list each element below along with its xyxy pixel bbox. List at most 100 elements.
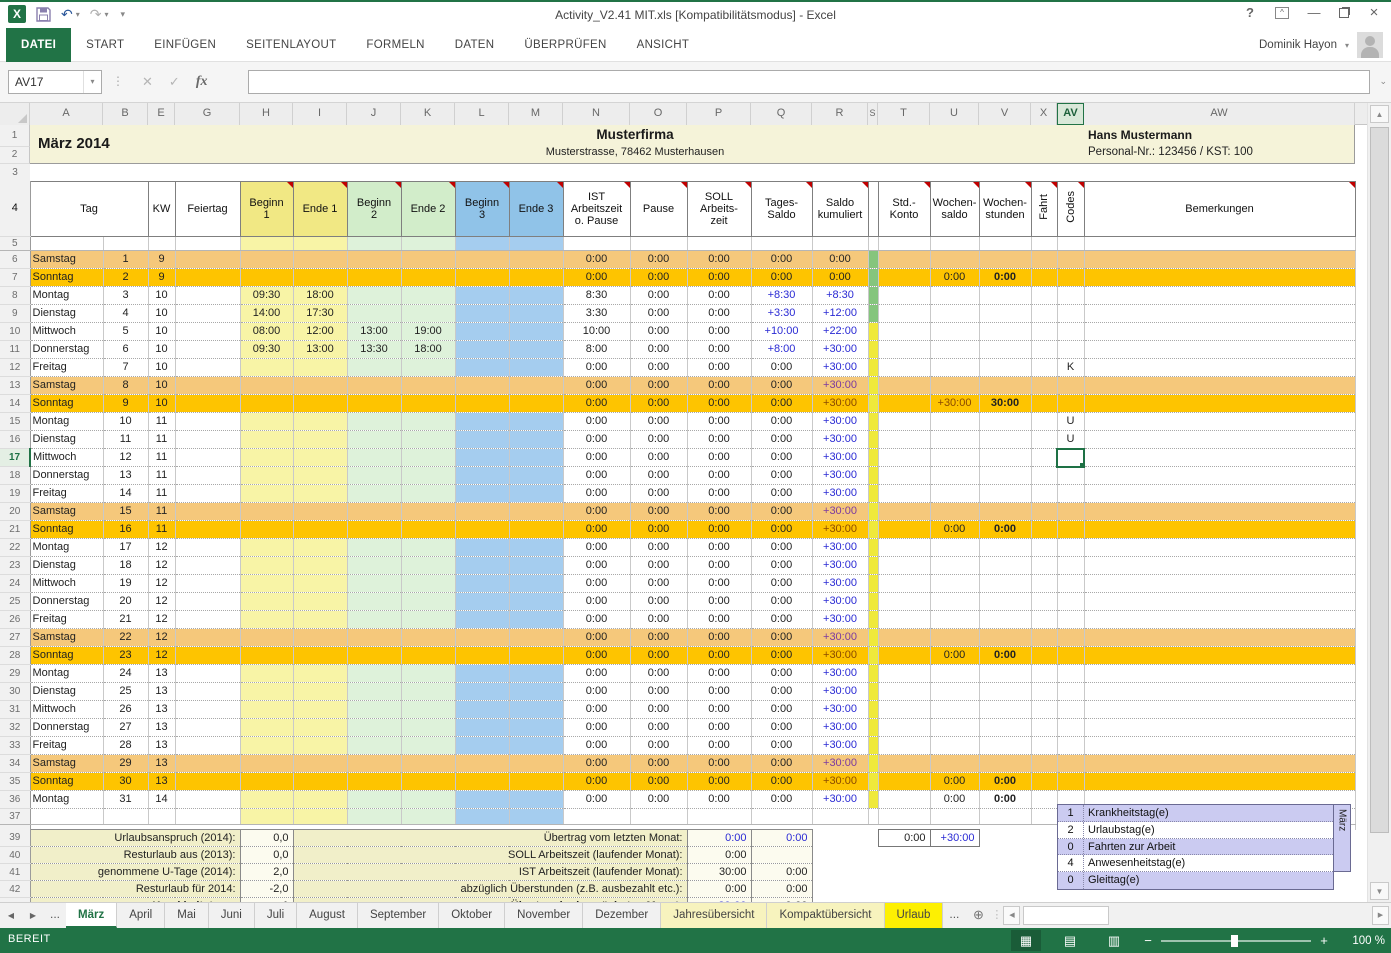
cell-pause[interactable]: 0:00 (630, 358, 688, 377)
cell-ende3[interactable] (509, 394, 564, 413)
cell-ist[interactable]: 0:00 (563, 754, 631, 773)
cell-beginn2[interactable] (347, 412, 402, 431)
cell-bemerkung[interactable] (1084, 520, 1356, 539)
cell-tagessaldo[interactable]: +10:00 (751, 322, 813, 341)
cell-tag[interactable]: Donnerstag (30, 340, 104, 359)
cell-feiertag[interactable] (175, 664, 241, 683)
cell-tagessaldo[interactable]: 0:00 (751, 628, 813, 647)
cell-soll[interactable]: 0:00 (687, 610, 752, 629)
cell-bemerkung[interactable] (1084, 574, 1356, 593)
cell-pause[interactable]: 0:00 (630, 502, 688, 521)
cell[interactable] (687, 236, 752, 251)
cell-feiertag[interactable] (175, 718, 241, 737)
sheet-tab[interactable]: Dezember (583, 903, 662, 928)
col-E[interactable]: E (148, 103, 175, 125)
cell-beginn2[interactable] (347, 502, 402, 521)
cell-wochenstunden[interactable] (979, 358, 1032, 377)
footer-label[interactable]: Resturlaub für 2014: (30, 880, 240, 898)
row-number[interactable]: 16 (0, 430, 31, 449)
cell-tagessaldo[interactable]: 0:00 (751, 772, 813, 791)
cell-wochensaldo[interactable] (930, 718, 980, 737)
cell-beginn2[interactable] (347, 556, 402, 575)
cell-tag[interactable]: Samstag (30, 628, 104, 647)
cell-bemerkung[interactable] (1084, 718, 1356, 737)
tab-scroll-right-icon[interactable]: ▶ (22, 903, 44, 928)
cell-beginn1[interactable] (240, 538, 294, 557)
cell-beginn1[interactable] (240, 628, 294, 647)
cell-soll[interactable]: 0:00 (687, 448, 752, 467)
cell-soll[interactable]: 0:00 (687, 412, 752, 431)
cell-ende2[interactable]: 19:00 (401, 322, 456, 341)
footer-label[interactable]: Übertrag vom letzten Monat: (293, 829, 687, 847)
cell[interactable] (1031, 236, 1058, 251)
cell-kw[interactable]: 12 (148, 556, 176, 575)
cell-wochensaldo[interactable] (930, 556, 980, 575)
cell-day[interactable]: 28 (103, 736, 149, 755)
cell-fahrt[interactable] (1031, 772, 1058, 791)
cell-code[interactable] (1057, 754, 1085, 773)
cell-wochenstunden[interactable] (979, 376, 1032, 395)
cell-ende3[interactable] (509, 268, 564, 287)
cell-day[interactable]: 24 (103, 664, 149, 683)
footer-value[interactable]: 0:00 (750, 880, 813, 898)
cell-ende2[interactable] (401, 574, 456, 593)
cell-wochensaldo[interactable] (930, 466, 980, 485)
sheet-tab[interactable]: September (357, 903, 440, 928)
sheet-tab[interactable]: Jahresübersicht (661, 903, 768, 928)
cell-soll[interactable]: 0:00 (687, 574, 752, 593)
cell-wochensaldo[interactable] (930, 700, 980, 719)
cell-wochenstunden[interactable] (979, 754, 1032, 773)
cell-ist[interactable]: 0:00 (563, 592, 631, 611)
cell-pause[interactable]: 0:00 (630, 592, 688, 611)
cell-marker[interactable] (868, 754, 879, 773)
cell-beginn2[interactable] (347, 700, 402, 719)
cell-ist[interactable]: 0:00 (563, 772, 631, 791)
cell-marker[interactable] (868, 376, 879, 395)
col-M[interactable]: M (509, 103, 563, 125)
cell-wochensaldo[interactable] (930, 610, 980, 629)
cell-kw[interactable]: 12 (148, 538, 176, 557)
cell-tagessaldo[interactable]: 0:00 (751, 646, 813, 665)
cell-ist[interactable]: 0:00 (563, 376, 631, 395)
cell-wochenstunden[interactable] (979, 322, 1032, 341)
row-number[interactable]: 21 (0, 520, 31, 539)
row-number[interactable]: 33 (0, 736, 31, 755)
cell-wochensaldo[interactable]: 0:00 (930, 268, 980, 287)
row-number[interactable]: 27 (0, 628, 31, 647)
cell-kw[interactable]: 10 (148, 376, 176, 395)
cell-beginn3[interactable] (455, 772, 510, 791)
cell-fahrt[interactable] (1031, 358, 1058, 377)
cell-tag[interactable]: Mittwoch (30, 700, 104, 719)
cell-wochensaldo[interactable] (930, 736, 980, 755)
cell-fahrt[interactable] (1031, 556, 1058, 575)
horizontal-scroll-thumb[interactable] (1023, 906, 1110, 925)
cell-bemerkung[interactable] (1084, 268, 1356, 287)
cell-ende3[interactable] (509, 664, 564, 683)
cell-ende3[interactable] (509, 358, 564, 377)
cell-beginn3[interactable] (455, 358, 510, 377)
cell-ende2[interactable] (401, 538, 456, 557)
cell-beginn1[interactable]: 14:00 (240, 304, 294, 323)
cell-marker[interactable] (868, 646, 879, 665)
cell[interactable] (103, 236, 149, 251)
cell-kw[interactable]: 11 (148, 466, 176, 485)
cell[interactable] (812, 808, 869, 825)
cell-tagessaldo[interactable]: 0:00 (751, 484, 813, 503)
cell[interactable] (878, 236, 931, 251)
cell[interactable] (868, 236, 879, 251)
cell-feiertag[interactable] (175, 466, 241, 485)
close-icon[interactable]: × (1363, 4, 1385, 21)
cell-code[interactable]: K (1057, 358, 1085, 377)
cell-marker[interactable] (868, 466, 879, 485)
cell-kw[interactable]: 10 (148, 358, 176, 377)
header-ende3[interactable]: Ende 3 (508, 180, 564, 237)
cell-wochenstunden[interactable] (979, 466, 1032, 485)
cell-beginn1[interactable] (240, 484, 294, 503)
cell-tagessaldo[interactable]: 0:00 (751, 700, 813, 719)
cell-beginn3[interactable] (455, 646, 510, 665)
col-U[interactable]: U (930, 103, 979, 125)
tab-start[interactable]: START (71, 28, 139, 62)
cell[interactable] (347, 808, 402, 825)
cell-bemerkung[interactable] (1084, 556, 1356, 575)
cell-tagessaldo[interactable]: 0:00 (751, 466, 813, 485)
